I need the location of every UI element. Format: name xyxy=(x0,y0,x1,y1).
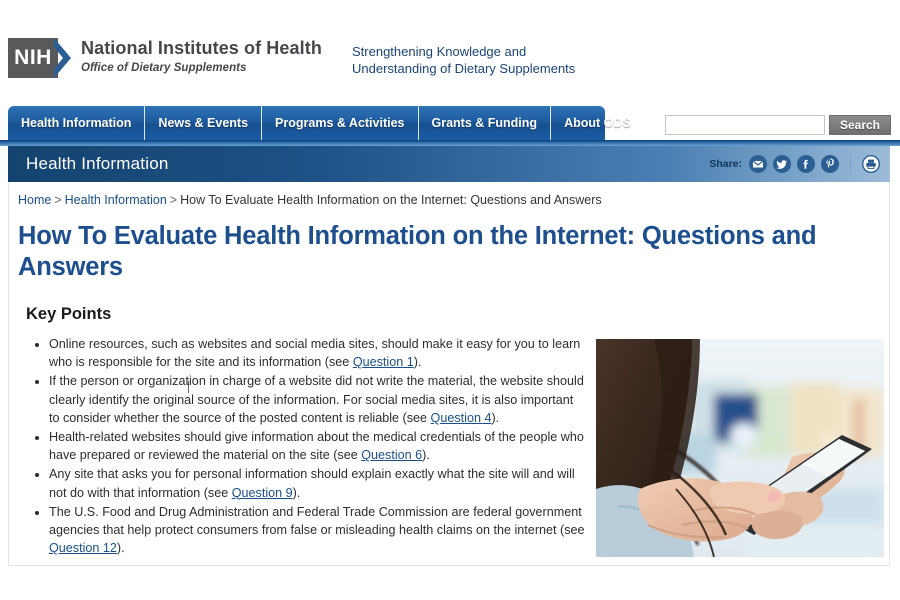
breadcrumb-link-health-information[interactable]: Health Information xyxy=(65,193,167,207)
facebook-share-icon[interactable] xyxy=(797,155,815,173)
share-label: Share: xyxy=(709,158,742,170)
search-input[interactable] xyxy=(664,115,825,135)
question-link-4[interactable]: Question 4 xyxy=(431,411,492,425)
key-points-list: Online resources, such as websites and s… xyxy=(9,335,587,558)
bullet-text-4a: Any site that asks you for personal info… xyxy=(49,467,575,500)
list-item: If the person or organization in charge … xyxy=(49,372,587,427)
tagline-line-2: Understanding of Dietary Supplements xyxy=(352,61,576,76)
page-root: NIH National Institutes of Health Office… xyxy=(0,0,900,600)
bullet-text-5b: ). xyxy=(116,541,125,556)
breadcrumb-current: How To Evaluate Health Information on th… xyxy=(180,193,602,207)
key-points-heading: Key Points xyxy=(26,305,112,323)
tagline-line-1: Strengthening Knowledge and xyxy=(352,44,527,59)
section-header-bar: Health Information Share: xyxy=(8,146,890,182)
bullet-text-1b: ). xyxy=(413,355,422,370)
pinterest-share-icon[interactable] xyxy=(821,155,839,173)
site-tagline: Strengthening Knowledge and Understandin… xyxy=(352,43,575,77)
text-cursor xyxy=(188,381,189,393)
bullet-text-3a: Health-related websites should give info… xyxy=(49,430,584,463)
list-item: The U.S. Food and Drug Administration an… xyxy=(49,503,587,558)
question-link-1[interactable]: Question 1 xyxy=(353,355,414,369)
bullet-text-2b: ). xyxy=(491,410,500,425)
nav-item-health-information[interactable]: Health Information xyxy=(8,106,146,140)
organization-name: National Institutes of Health xyxy=(81,38,322,58)
list-item: Any site that asks you for personal info… xyxy=(49,465,587,501)
bullet-text-4b: ). xyxy=(292,485,301,500)
primary-navigation: Health Information News & Events Program… xyxy=(8,106,631,140)
share-divider xyxy=(850,155,851,173)
question-link-9[interactable]: Question 9 xyxy=(232,486,293,500)
search-area: Search xyxy=(664,115,891,135)
bullet-text-3b: ). xyxy=(422,448,430,463)
nav-item-news-events[interactable]: News & Events xyxy=(145,106,263,140)
nih-logo-arrow-icon xyxy=(54,38,71,78)
breadcrumb-separator-2: > xyxy=(169,193,178,207)
question-link-12[interactable]: Question 12 xyxy=(49,541,117,555)
list-item: Health-related websites should give info… xyxy=(49,428,587,464)
twitter-share-icon[interactable] xyxy=(773,155,791,173)
organization-subtitle: Office of Dietary Supplements xyxy=(81,61,247,74)
bullet-text-5a: The U.S. Food and Drug Administration an… xyxy=(49,504,585,538)
bullet-text-2a: If the person or organization in charge … xyxy=(49,374,584,425)
nih-logo-mark: NIH xyxy=(8,38,71,78)
breadcrumb: Home > Health Information > How To Evaluate … xyxy=(9,193,889,207)
nih-logo-text: NIH xyxy=(14,46,52,69)
nav-item-grants-funding[interactable]: Grants & Funding xyxy=(419,106,552,140)
masthead: NIH National Institutes of Health Office… xyxy=(0,0,900,135)
bullet-text-1a: Online resources, such as websites and s… xyxy=(49,337,581,370)
section-title: Health Information xyxy=(26,154,169,173)
search-button[interactable]: Search xyxy=(828,115,891,135)
photo-illustration xyxy=(596,339,884,557)
list-item: Online resources, such as websites and s… xyxy=(49,335,587,371)
nav-item-about-ods[interactable]: About ODS xyxy=(551,106,644,140)
page-title: How To Evaluate Health Information on th… xyxy=(18,222,817,281)
print-icon[interactable] xyxy=(861,154,881,174)
breadcrumb-link-home[interactable]: Home xyxy=(18,193,51,207)
logo-title-block: National Institutes of Health Office of … xyxy=(81,38,322,74)
share-group: Share: xyxy=(709,154,881,174)
nav-item-programs-activities[interactable]: Programs & Activities xyxy=(262,106,419,140)
question-link-6[interactable]: Question 6 xyxy=(361,448,422,462)
breadcrumb-separator-1: > xyxy=(54,193,62,207)
nih-ods-logo[interactable]: NIH National Institutes of Health Office… xyxy=(8,38,322,78)
article-photo xyxy=(596,339,884,557)
email-share-icon[interactable] xyxy=(749,155,767,173)
